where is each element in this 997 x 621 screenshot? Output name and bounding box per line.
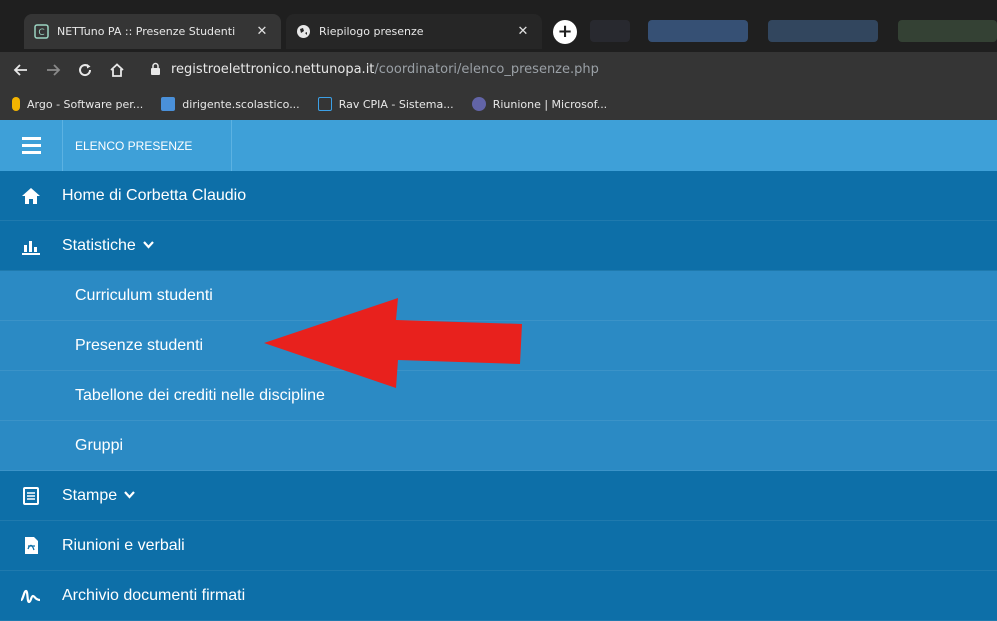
blurred-tab[interactable] [590,20,630,42]
menu-item-label: Presenze studenti [75,336,204,354]
tab-title: Riepilogo presenze [319,25,424,38]
tab-riepilogo-presenze[interactable]: Riepilogo presenze ✕ [286,14,542,49]
menu-item-label: Stampe [62,486,118,504]
menu-item-gruppi[interactable]: Gruppi [0,421,997,471]
menu-item-stampe[interactable]: Stampe [0,471,997,521]
menu-item-statistiche[interactable]: Statistiche [0,221,997,271]
tab-title: NETTuno PA :: Presenze Studenti [57,25,236,38]
bookmark-label: Argo - Software per... [27,97,144,111]
lock-icon[interactable] [150,62,161,81]
blurred-tab[interactable] [898,20,997,42]
menu-item-label: Home di Corbetta Claudio [62,186,247,204]
menu-item-riunioni-verbali[interactable]: Riunioni e verbali [0,521,997,571]
menu-item-label: Statistiche [62,236,136,254]
teams-icon [471,97,486,111]
tab-close-icon[interactable]: ✕ [253,23,271,41]
map-icon [161,97,176,111]
new-tab-button[interactable]: + [553,20,577,44]
bar-chart-icon [0,221,62,271]
checkbox-icon [317,97,332,111]
menu-item-label: Gruppi [75,436,124,454]
reload-icon[interactable] [74,59,96,81]
document-icon [0,471,62,521]
tab-close-icon[interactable]: ✕ [514,23,532,41]
plus-icon: + [557,21,573,42]
home-icon [0,171,62,221]
back-arrow-icon[interactable] [10,59,32,81]
hamburger-menu-icon[interactable] [0,120,62,171]
bookmark-label: dirigente.scolastico... [182,97,300,111]
globe-icon [296,24,311,39]
url-path: /coordinatori/elenco_presenze.php [374,62,599,77]
nettuno-favicon-icon: C [34,24,49,39]
bookmark-label: Rav CPIA - Sistema... [338,97,454,111]
signature-icon [0,571,62,621]
bookmark-label: Riunione | Microsof... [492,97,608,111]
bookmarks-bar: Argo - Software per... dirigente.scolast… [0,88,997,120]
app-topbar: ELENCO PRESENZE [0,120,997,171]
tab-presenze-studenti[interactable]: C NETTuno PA :: Presenze Studenti ✕ [24,14,281,49]
argo-logo-icon [12,97,20,111]
bookmark-rav-cpia[interactable]: Rav CPIA - Sistema... [317,97,454,111]
address-bar[interactable]: registroelettronico.nettunopa.it/coordin… [171,62,599,77]
red-arrow-annotation [264,298,522,388]
bookmark-dirigente[interactable]: dirigente.scolastico... [161,97,300,111]
page-title[interactable]: ELENCO PRESENZE [62,120,232,171]
menu-item-label: Curriculum studenti [75,286,213,304]
forward-arrow-icon[interactable] [42,59,64,81]
blurred-tab[interactable] [768,20,878,42]
bookmark-argo[interactable]: Argo - Software per... [12,97,143,111]
chevron-down-icon [142,240,154,252]
pdf-file-icon [0,521,62,571]
chevron-down-icon [124,490,135,502]
home-browser-icon[interactable] [106,59,128,81]
bookmark-riunione[interactable]: Riunione | Microsof... [471,97,608,111]
menu-item-label: Archivio documenti firmati [62,586,246,604]
blurred-tab[interactable] [648,20,748,42]
menu-item-archivio-documenti[interactable]: Archivio documenti firmati [0,571,997,621]
url-domain: registroelettronico.nettunopa.it [171,62,375,77]
menu-item-label: Riunioni e verbali [62,536,185,554]
menu-item-home[interactable]: Home di Corbetta Claudio [0,171,997,221]
svg-text:C: C [38,28,44,38]
sidebar-menu: Home di Corbetta Claudio Statistiche Cur… [0,171,997,621]
browser-tab-strip: C NETTuno PA :: Presenze Studenti ✕ Riep… [0,0,997,52]
